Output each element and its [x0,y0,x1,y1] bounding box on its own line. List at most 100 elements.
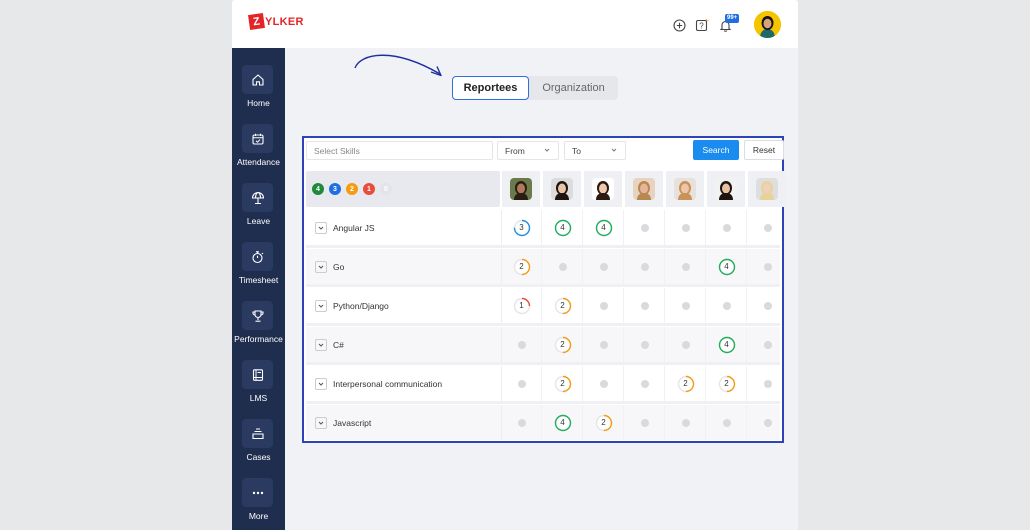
chevron-down-icon[interactable] [315,416,327,429]
rating-cell [666,405,706,440]
stopwatch-icon [242,242,273,271]
rating-cell [666,249,706,284]
rating-cell [707,288,747,323]
skill-rating-ring[interactable]: 1 [513,297,531,315]
skill-name-cell: Interpersonal communication [306,366,502,401]
sidebar-item-attendance[interactable]: Attendance [232,124,285,176]
skill-rating-ring[interactable]: 4 [595,219,613,237]
rating-cell: 4 [584,210,624,245]
sidebar-item-leave[interactable]: Leave [232,183,285,235]
sidebar-item-label: Attendance [236,157,280,167]
empty-rating-dot [640,418,649,427]
row-divider [306,362,780,365]
skill-rating-ring[interactable]: 4 [554,219,572,237]
more-icon [242,478,273,507]
tab-organization[interactable]: Organization [529,76,618,100]
rating-cell [748,366,788,401]
employee-column-header [625,171,663,207]
chevron-down-icon[interactable] [315,377,327,390]
user-avatar[interactable] [754,11,781,38]
sidebar-item-label: Timesheet [238,275,279,285]
row-divider [306,284,780,287]
rating-cell [748,327,788,362]
skill-rating-ring[interactable]: 4 [718,258,736,276]
skill-rating-ring[interactable]: 2 [554,375,572,393]
add-circle-icon[interactable] [672,18,686,32]
empty-rating-dot [681,418,690,427]
rating-cell [748,210,788,245]
skill-rating-ring[interactable]: 2 [554,297,572,315]
rating-cell: 2 [543,288,583,323]
select-skills-input[interactable]: Select Skills [306,141,493,160]
skill-rating-ring[interactable]: 2 [718,375,736,393]
employee-column-header [748,171,786,207]
sidebar-item-cases[interactable]: Cases [232,419,285,471]
rating-cell [584,327,624,362]
employee-avatar[interactable] [674,178,696,200]
skill-rating-ring[interactable]: 2 [677,375,695,393]
rating-cell: 2 [543,366,583,401]
calendar-check-icon [242,124,273,153]
logo-mark: Z [248,13,265,30]
trophy-icon [242,301,273,330]
rating-legend: 43210 [306,171,500,207]
employee-avatar[interactable] [715,178,737,200]
rating-cell: 2 [584,405,624,440]
to-dropdown[interactable]: To [564,141,626,160]
rating-cell [625,210,665,245]
chevron-down-icon[interactable] [315,299,327,312]
sidebar-item-performance[interactable]: Performance [232,301,285,353]
chevron-down-icon[interactable] [315,260,327,273]
employee-avatar[interactable] [633,178,655,200]
skill-row: Python/Django 1 2 [306,288,788,323]
reset-button[interactable]: Reset [744,140,784,160]
rating-cell: 2 [666,366,706,401]
chevron-down-icon[interactable] [315,338,327,351]
rating-cell [666,210,706,245]
chevron-down-icon [544,148,550,152]
skill-rating-ring[interactable]: 3 [513,219,531,237]
rating-cell [625,366,665,401]
skill-rating-ring[interactable]: 2 [595,414,613,432]
sidebar-item-more[interactable]: More [232,478,285,530]
skill-name: Angular JS [333,222,375,233]
rating-cell [666,288,706,323]
skill-rating-ring[interactable]: 4 [554,414,572,432]
empty-rating-dot [681,301,690,310]
sidebar-item-label: Performance [234,334,283,344]
skill-name-cell: Angular JS [306,210,502,245]
skill-rating-ring[interactable]: 4 [718,336,736,354]
employee-avatar[interactable] [510,178,532,200]
rating-cell [625,405,665,440]
help-icon[interactable]: ? [695,18,709,32]
book-icon [242,360,273,389]
tab-reportees[interactable]: Reportees [452,76,529,100]
sidebar-item-label: Home [247,98,270,108]
chevron-down-icon[interactable] [315,221,327,234]
employee-avatar[interactable] [592,178,614,200]
empty-rating-dot [517,379,526,388]
skill-rating-ring[interactable]: 2 [513,258,531,276]
search-button[interactable]: Search [693,140,739,160]
sidebar-item-home[interactable]: Home [232,65,285,117]
employee-column-header [502,171,540,207]
sidebar-item-lms[interactable]: LMS [232,360,285,412]
empty-rating-dot [599,340,608,349]
sidebar-item-timesheet[interactable]: Timesheet [232,242,285,294]
empty-rating-dot [681,223,690,232]
from-dropdown[interactable]: From [497,141,559,160]
skill-rating-ring[interactable]: 2 [554,336,572,354]
employee-avatar[interactable] [551,178,573,200]
employee-avatar[interactable] [756,178,778,200]
skill-row: C# 2 4 [306,327,788,362]
empty-rating-dot [722,301,731,310]
sidebar-item-label: Leave [246,216,271,226]
skill-name: Interpersonal communication [333,378,443,389]
zylker-logo[interactable]: Z YLKER [248,13,304,30]
legend-dot: 0 [380,183,392,195]
pointer-arrow-icon [354,54,442,77]
skill-name-cell: C# [306,327,502,362]
sidebar-item-label: LMS [249,393,268,403]
rating-cell [748,288,788,323]
skill-row: Go 2 4 [306,249,788,284]
